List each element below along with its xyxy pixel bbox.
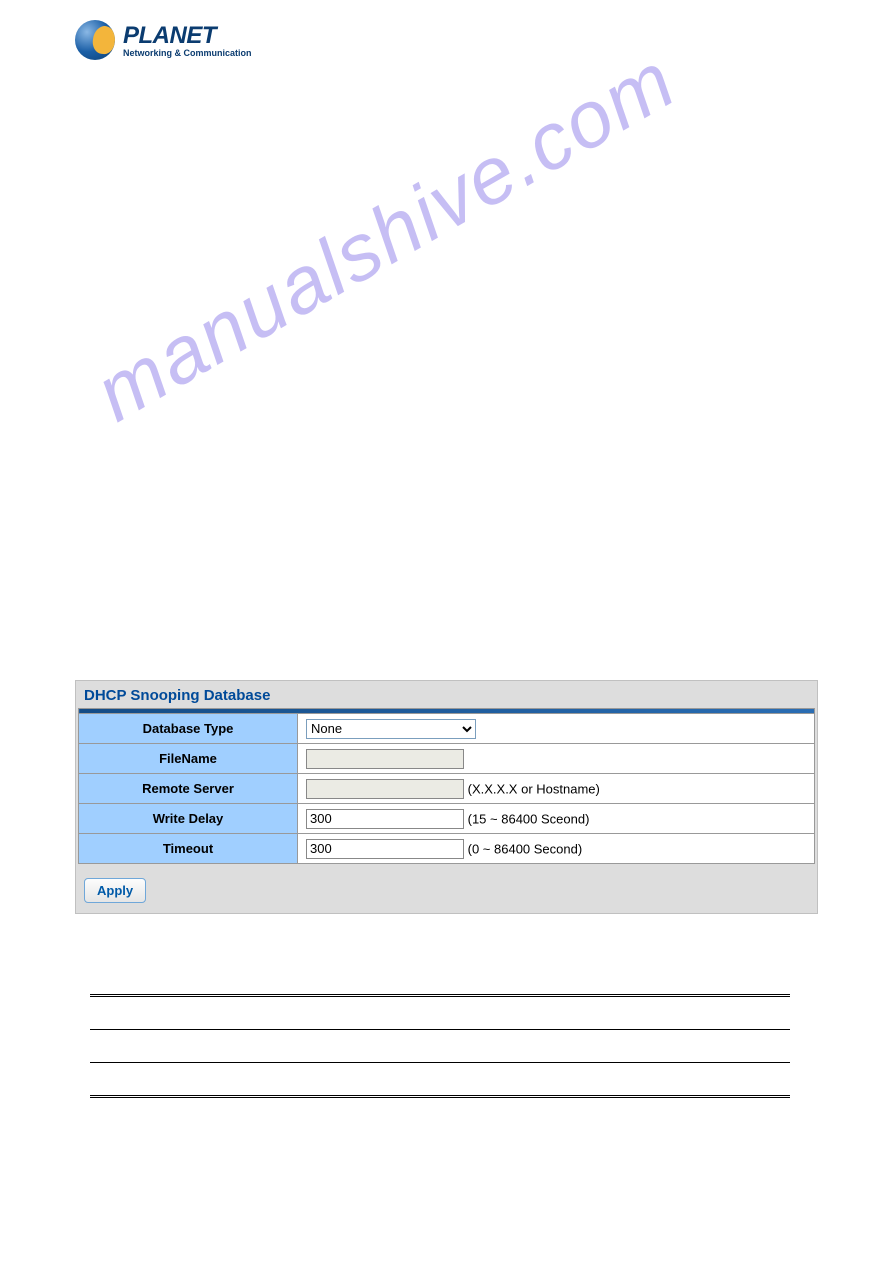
- row-database-type: Database Type None: [79, 714, 815, 744]
- watermark-text: manualshive.com: [80, 34, 691, 440]
- filename-input[interactable]: [306, 749, 464, 769]
- dhcp-snooping-database-panel: DHCP Snooping Database Database Type Non…: [75, 680, 818, 914]
- table-row: [90, 1063, 790, 1097]
- write-delay-hint: (15 ~ 86400 Sceond): [468, 811, 590, 826]
- row-filename: FileName: [79, 744, 815, 774]
- database-type-select[interactable]: None: [306, 719, 476, 739]
- apply-button[interactable]: Apply: [84, 878, 146, 903]
- table-row: [90, 1030, 790, 1063]
- row-remote-server: Remote Server (X.X.X.X or Hostname): [79, 774, 815, 804]
- row-write-delay: Write Delay (15 ~ 86400 Sceond): [79, 804, 815, 834]
- config-table: Database Type None FileName Remote Serve…: [78, 708, 815, 864]
- label-database-type: Database Type: [79, 714, 298, 744]
- remote-server-hint: (X.X.X.X or Hostname): [468, 781, 600, 796]
- panel-title: DHCP Snooping Database: [78, 683, 815, 708]
- brand-tagline: Networking & Communication: [123, 48, 252, 58]
- remote-server-input[interactable]: [306, 779, 464, 799]
- timeout-hint: (0 ~ 86400 Second): [468, 841, 583, 856]
- label-filename: FileName: [79, 744, 298, 774]
- logo: PLANET Networking & Communication: [75, 20, 818, 60]
- timeout-input[interactable]: [306, 839, 464, 859]
- description-table: [90, 994, 790, 1098]
- label-remote-server: Remote Server: [79, 774, 298, 804]
- brand-name: PLANET: [123, 22, 252, 50]
- label-timeout: Timeout: [79, 834, 298, 864]
- write-delay-input[interactable]: [306, 809, 464, 829]
- label-write-delay: Write Delay: [79, 804, 298, 834]
- row-timeout: Timeout (0 ~ 86400 Second): [79, 834, 815, 864]
- planet-globe-icon: [75, 20, 115, 60]
- logo-area: PLANET Networking & Communication: [0, 0, 893, 80]
